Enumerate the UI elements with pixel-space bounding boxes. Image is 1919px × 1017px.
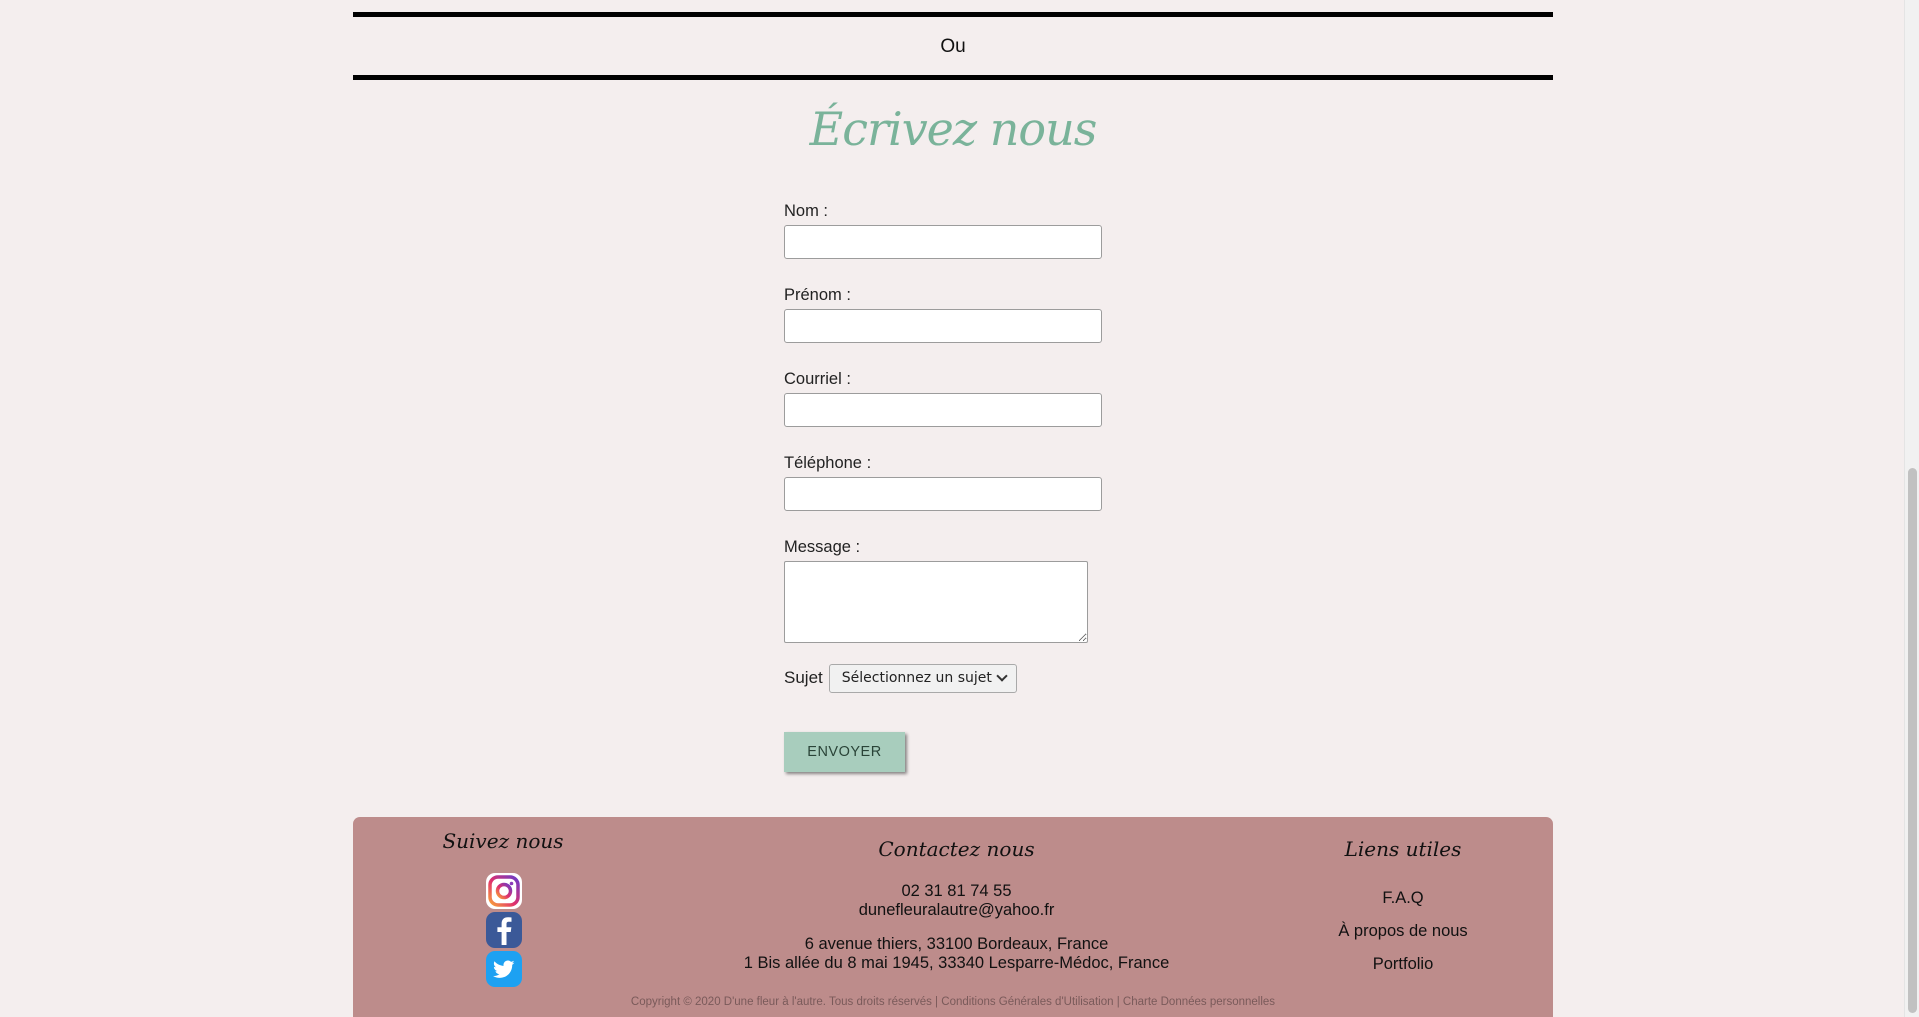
facebook-icon[interactable] — [486, 912, 522, 948]
subject-select[interactable]: Sélectionnez un sujet — [828, 663, 1017, 693]
message-textarea[interactable] — [784, 561, 1088, 643]
courriel-label: Courriel : — [784, 370, 851, 388]
footer-link-faq[interactable]: F.A.Q — [1253, 889, 1553, 908]
twitter-icon[interactable] — [486, 951, 522, 987]
links-heading: Liens utiles — [1344, 837, 1462, 861]
instagram-icon[interactable] — [486, 873, 522, 909]
cgu-link[interactable]: Conditions Générales d'Utilisation — [941, 996, 1113, 1008]
footer: Suivez nous Contactez nous 02 31 81 74 5… — [353, 817, 1553, 1017]
subject-selected-value: Sélectionnez un sujet — [841, 670, 992, 686]
message-label: Message : — [784, 538, 861, 556]
contact-address-bordeaux: 6 avenue thiers, 33100 Bordeaux, France — [804, 935, 1109, 953]
prenom-label: Prénom : — [784, 286, 851, 304]
courriel-input[interactable] — [784, 393, 1102, 427]
separator-top-line — [353, 12, 1553, 17]
subject-row: Sujet Sélectionnez un sujet — [784, 663, 1124, 693]
contact-phone: 02 31 81 74 55 — [901, 882, 1012, 900]
separator-text: Ou — [940, 36, 966, 57]
scrollbar-thumb[interactable] — [1908, 468, 1917, 1013]
subject-label: Sujet — [784, 668, 823, 687]
nom-input[interactable] — [784, 225, 1102, 259]
form-title: Écrivez nous — [809, 102, 1098, 156]
copyright-separator: | — [1116, 996, 1120, 1008]
contact-heading: Contactez nous — [878, 837, 1035, 861]
contact-address-lesparre: 1 Bis allée du 8 mai 1945, 33340 Lesparr… — [743, 954, 1170, 972]
submit-button[interactable]: ENVOYER — [784, 732, 905, 772]
separator-bottom-line — [353, 75, 1553, 80]
footer-link-about[interactable]: À propos de nous — [1253, 922, 1553, 941]
copyright-text: Copyright © 2020 D'une fleur à l'autre. … — [630, 996, 939, 1008]
chevron-down-icon — [996, 670, 1008, 682]
copyright-line: Copyright © 2020 D'une fleur à l'autre. … — [353, 996, 1553, 1008]
page: Ou Écrivez nous Nom : Prénom : Courriel … — [0, 0, 1919, 1017]
page-scrollbar[interactable] — [1904, 0, 1919, 1017]
telephone-input[interactable] — [784, 477, 1102, 511]
telephone-label: Téléphone : — [784, 454, 872, 472]
contact-email: dunefleuralautre@yahoo.fr — [858, 901, 1055, 919]
follow-heading: Suivez nous — [442, 829, 564, 853]
contact-form: Nom : Prénom : Courriel : Téléphone : Me… — [784, 202, 1124, 772]
charte-link[interactable]: Charte Données personnelles — [1123, 996, 1275, 1008]
nom-label: Nom : — [784, 202, 829, 220]
footer-link-portfolio[interactable]: Portfolio — [1253, 955, 1553, 974]
prenom-input[interactable] — [784, 309, 1102, 343]
